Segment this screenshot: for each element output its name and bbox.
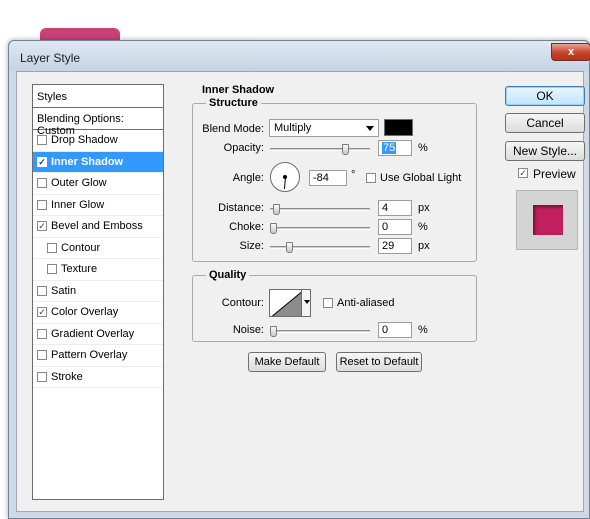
reset-to-default-button[interactable]: Reset to Default <box>336 352 422 372</box>
angle-label: Angle: <box>232 172 264 184</box>
title-bar[interactable]: Layer Style x <box>9 41 590 71</box>
style-checkbox[interactable] <box>37 350 47 361</box>
angle-input[interactable]: -84 <box>309 170 347 186</box>
use-global-light-checkbox[interactable] <box>366 173 376 183</box>
contour-label: Contour: <box>221 297 264 309</box>
style-item-inner-shadow[interactable]: ✓ Inner Shadow <box>33 151 163 173</box>
blend-mode-select[interactable]: Multiply <box>269 119 379 137</box>
window-title: Layer Style <box>20 51 81 65</box>
use-global-light-label: Use Global Light <box>380 172 462 184</box>
style-item-contour[interactable]: Contour <box>33 238 163 259</box>
structure-title: Structure <box>206 97 261 109</box>
style-item-outer-glow[interactable]: Outer Glow <box>33 173 163 195</box>
contour-curve-icon <box>271 290 302 316</box>
ok-button[interactable]: OK <box>505 86 585 106</box>
style-item-label: Inner Shadow <box>51 155 124 168</box>
distance-input[interactable]: 4 <box>378 200 412 216</box>
section-title: Inner Shadow <box>202 84 275 96</box>
new-style-button[interactable]: New Style... <box>505 141 585 161</box>
anti-aliased-checkbox[interactable] <box>323 298 333 308</box>
style-item-inner-glow[interactable]: Inner Glow <box>33 195 163 216</box>
style-checkbox[interactable] <box>37 199 47 210</box>
size-input[interactable]: 29 <box>378 238 412 254</box>
distance-slider[interactable] <box>270 204 370 215</box>
opacity-label: Opacity: <box>223 142 264 154</box>
choke-slider[interactable] <box>270 223 370 234</box>
styles-list: Styles Blending Options: Custom Drop Sha… <box>32 84 164 500</box>
chevron-down-icon <box>304 300 310 304</box>
opacity-slider-handle[interactable] <box>342 144 349 155</box>
chevron-down-icon <box>366 126 374 131</box>
opacity-input[interactable]: 75 <box>378 140 412 156</box>
style-checkbox[interactable]: ✓ <box>37 307 47 318</box>
choke-slider-handle[interactable] <box>270 223 277 234</box>
choke-unit: % <box>418 221 428 233</box>
style-item-gradient-overlay[interactable]: Gradient Overlay <box>33 324 163 345</box>
contour-dropdown-button[interactable] <box>301 289 311 317</box>
preview-swatch <box>533 205 563 235</box>
noise-slider-handle[interactable] <box>270 326 277 337</box>
style-checkbox[interactable] <box>37 178 47 189</box>
style-item-label: Satin <box>51 284 77 297</box>
contour-picker[interactable] <box>269 289 303 317</box>
noise-input[interactable]: 0 <box>378 322 412 338</box>
make-default-button[interactable]: Make Default <box>248 352 326 372</box>
style-item-label: Outer Glow <box>51 177 107 190</box>
style-item-label: Gradient Overlay <box>51 327 135 340</box>
style-item-color-overlay[interactable]: ✓ Color Overlay <box>33 302 163 324</box>
style-checkbox[interactable] <box>37 135 47 146</box>
choke-input[interactable]: 0 <box>378 219 412 235</box>
blending-options-item[interactable]: Blending Options: Custom <box>33 108 163 137</box>
angle-unit: ° <box>351 169 356 181</box>
style-checkbox[interactable] <box>37 328 47 339</box>
style-item-label: Texture <box>61 263 98 276</box>
style-checkbox[interactable] <box>47 264 57 275</box>
distance-slider-handle[interactable] <box>273 204 280 215</box>
noise-slider[interactable] <box>270 326 370 337</box>
style-item-label: Color Overlay <box>51 306 119 319</box>
style-item-label: Inner Glow <box>51 198 105 211</box>
style-item-stroke[interactable]: Stroke <box>33 367 163 388</box>
style-checkbox[interactable]: ✓ <box>37 221 47 232</box>
style-checkbox[interactable] <box>37 371 47 382</box>
style-item-pattern-overlay[interactable]: Pattern Overlay <box>33 345 163 367</box>
style-checkbox[interactable] <box>47 242 57 253</box>
preview-checkbox[interactable]: ✓ <box>518 168 528 178</box>
style-item-label: Bevel and Emboss <box>51 220 143 233</box>
quality-title: Quality <box>206 269 250 281</box>
styles-header[interactable]: Styles <box>33 85 163 108</box>
size-unit: px <box>418 240 430 252</box>
noise-label: Noise: <box>232 324 264 336</box>
style-item-label: Stroke <box>51 370 83 383</box>
style-item-texture[interactable]: Texture <box>33 259 163 281</box>
noise-unit: % <box>418 324 428 336</box>
style-item-bevel-and-emboss[interactable]: ✓ Bevel and Emboss <box>33 216 163 238</box>
angle-dial-center <box>283 175 287 179</box>
size-label: Size: <box>239 240 264 252</box>
style-checkbox[interactable] <box>37 285 47 296</box>
opacity-slider[interactable] <box>270 144 370 155</box>
close-button[interactable]: x <box>551 43 590 61</box>
style-item-satin[interactable]: Satin <box>33 281 163 302</box>
choke-label: Choke: <box>229 221 264 233</box>
style-item-label: Contour <box>61 241 101 254</box>
shadow-color-swatch[interactable] <box>384 119 413 136</box>
preview-thumbnail <box>516 190 578 250</box>
distance-unit: px <box>418 202 430 214</box>
size-slider[interactable] <box>270 242 370 253</box>
style-checkbox[interactable]: ✓ <box>37 156 47 167</box>
cancel-button[interactable]: Cancel <box>505 113 585 133</box>
angle-dial[interactable] <box>270 162 300 192</box>
style-item-label: Pattern Overlay <box>51 349 128 362</box>
preview-label: Preview <box>533 167 576 181</box>
opacity-unit: % <box>418 142 428 154</box>
distance-label: Distance: <box>218 202 264 214</box>
style-item-label: Drop Shadow <box>51 134 118 147</box>
anti-aliased-label: Anti-aliased <box>337 297 395 309</box>
blend-mode-label: Blend Mode: <box>202 123 264 135</box>
size-slider-handle[interactable] <box>286 242 293 253</box>
